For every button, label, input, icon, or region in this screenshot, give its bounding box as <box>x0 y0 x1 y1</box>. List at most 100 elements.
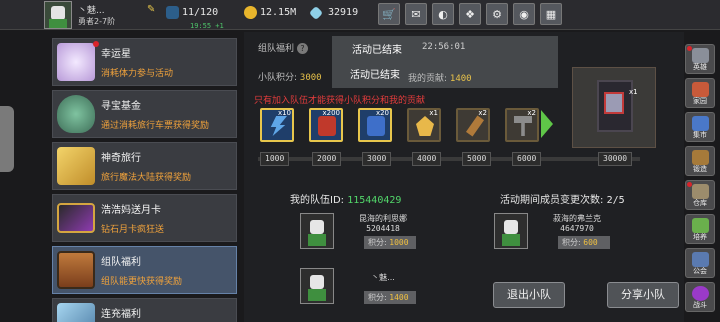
side-nav-forge[interactable]: 锻造 <box>685 146 715 176</box>
progress-tick: 2000 <box>312 152 342 166</box>
preview-qty: x1 <box>629 88 638 96</box>
reward-slot[interactable]: x2 <box>456 108 490 142</box>
reward-slot[interactable]: x10 <box>260 108 294 142</box>
side-nav-label: 家园 <box>693 97 707 105</box>
team-id-row: 我的队伍ID: 115440429 <box>290 191 401 206</box>
reward-preview: x1 <box>572 67 656 148</box>
header-label: 组队福利 <box>258 44 295 54</box>
reward-qty: x2 <box>478 109 487 117</box>
side-nav-label: 培养 <box>693 233 707 241</box>
team-score-row: 小队积分: 3000 <box>258 70 322 83</box>
menu-item-team-welfare[interactable]: 组队福利 组队能更快获得奖励 <box>52 246 237 294</box>
member-avatar <box>300 268 334 304</box>
team-member-card[interactable]: 菽海的弗兰克 4647970 积分: 600 <box>494 213 614 251</box>
hammer-icon <box>514 116 532 136</box>
menu-item-monthly-card[interactable]: 浩浩妈送月卡 钻石月卡疯狂送 <box>52 194 237 242</box>
member-id: 4647970 <box>560 224 594 233</box>
reward-slot[interactable]: x200 <box>309 108 343 142</box>
event-ended-text: 活动已结束 <box>352 45 402 56</box>
member-id: 5204418 <box>366 224 400 233</box>
book-icon <box>318 116 336 136</box>
training-icon <box>692 218 709 233</box>
color-wheel-icon[interactable]: ◉ <box>513 3 535 25</box>
reward-qty: x200 <box>322 109 340 117</box>
left-edge-tab[interactable] <box>0 106 14 172</box>
team-id-label: 我的队伍ID: <box>290 195 345 206</box>
menu-item-treasure-fund[interactable]: 寻宝基金 通过消耗旅行车票获得奖励 <box>52 90 237 138</box>
progress-tick: 3000 <box>362 152 392 166</box>
help-icon[interactable]: ? <box>297 43 309 54</box>
side-nav-guild[interactable]: 公会 <box>685 248 715 278</box>
member-score: 积分: 1400 <box>364 291 416 304</box>
side-nav-training[interactable]: 培养 <box>685 214 715 244</box>
menu-item-lucky-star[interactable]: 幸运星 消耗体力参与活动 <box>52 38 237 86</box>
reward-qty: x1 <box>429 109 438 117</box>
edit-icon[interactable]: ✎ <box>147 4 155 15</box>
mail-icon[interactable]: ✉ <box>405 3 427 25</box>
menu-item-title: 幸运星 <box>101 49 131 60</box>
card-icon <box>57 203 95 233</box>
side-nav-battle[interactable]: 战斗 <box>685 282 715 312</box>
progress-tick: 6000 <box>512 152 542 166</box>
gamepad-icon[interactable]: ◐ <box>432 3 454 25</box>
reward-slot[interactable]: x1 <box>407 108 441 142</box>
member-score: 积分: 1000 <box>364 236 416 249</box>
energy-regen-timer: 19:55 +1 <box>190 22 224 30</box>
gem-icon <box>308 5 324 21</box>
wand-icon <box>465 115 485 137</box>
player-avatar[interactable] <box>44 1 72 29</box>
side-nav-heroes[interactable]: 英雄 <box>685 44 715 74</box>
menu-item-title: 连充福利 <box>101 309 141 320</box>
event-end-time: 22:56:01 <box>422 42 466 52</box>
header-row: 组队福利? <box>258 41 309 54</box>
team-member-card-self[interactable]: 丶魅... 积分: 1400 <box>300 268 420 306</box>
menu-item-recharge-welfare[interactable]: 连充福利 <box>52 298 237 322</box>
market-icon <box>692 116 709 131</box>
menu-item-magic-trip[interactable]: 神奇旅行 旅行魔法大陆获得奖励 <box>52 142 237 190</box>
side-nav-market[interactable]: 集市 <box>685 112 715 142</box>
gold-coin-icon <box>244 6 257 19</box>
menu-item-title: 组队福利 <box>101 257 141 268</box>
side-nav-warehouse[interactable]: 仓库 <box>685 180 715 210</box>
battle-portal-icon <box>692 286 709 301</box>
side-nav-label: 英雄 <box>693 63 707 71</box>
crate-icon <box>692 184 709 199</box>
hero-figure-icon <box>604 92 624 114</box>
scroll-icon <box>367 116 385 136</box>
top-bar: 丶魅... 勇者2-7阶 ✎ 11/120 19:55 +1 12.15M 32… <box>0 0 720 30</box>
leave-team-button[interactable]: 退出小队 <box>493 282 565 308</box>
shop-icon[interactable]: 🛒 <box>378 3 400 25</box>
side-nav-label: 仓库 <box>693 199 707 207</box>
ticket-icon <box>57 147 95 185</box>
team-id-value: 115440429 <box>347 195 402 206</box>
next-arrow-icon[interactable] <box>541 110 553 138</box>
side-nav-home[interactable]: 家园 <box>685 78 715 108</box>
progress-tick: 30000 <box>598 152 633 166</box>
menu-item-title: 浩浩妈送月卡 <box>101 205 161 216</box>
menu-item-subtitle: 组队能更快获得奖励 <box>101 277 183 287</box>
reward-qty: x20 <box>375 109 389 117</box>
member-avatar <box>494 213 528 249</box>
side-nav-label: 公会 <box>693 267 707 275</box>
gift-icon[interactable]: ❖ <box>459 3 481 25</box>
member-name: 菽海的弗兰克 <box>553 214 601 223</box>
gem-value: 32919 <box>328 7 359 18</box>
star-icon <box>57 43 95 81</box>
reward-slot[interactable]: x2 <box>505 108 539 142</box>
side-nav-label: 集市 <box>693 131 707 139</box>
member-name: 昆海的利思娜 <box>359 214 407 223</box>
team-score-label: 小队积分: <box>258 73 298 83</box>
menu-item-subtitle: 通过消耗旅行车票获得奖励 <box>101 121 210 131</box>
menu-item-subtitle: 旅行魔法大陆获得奖励 <box>101 173 192 183</box>
menu-item-subtitle: 钻石月卡疯狂送 <box>101 225 165 235</box>
events-icon[interactable]: ▦ <box>540 3 562 25</box>
share-team-button[interactable]: 分享小队 <box>607 282 679 308</box>
player-name: 丶魅... <box>78 6 105 16</box>
settings-icon[interactable]: ⚙ <box>486 3 508 25</box>
team-member-card[interactable]: 昆海的利思娜 5204418 积分: 1000 <box>300 213 420 251</box>
notification-dot <box>93 41 99 47</box>
recharge-icon <box>57 303 95 322</box>
anvil-icon <box>692 150 709 165</box>
reward-slot[interactable]: x20 <box>358 108 392 142</box>
event-ended-text-2: 活动已结束 <box>350 70 400 81</box>
